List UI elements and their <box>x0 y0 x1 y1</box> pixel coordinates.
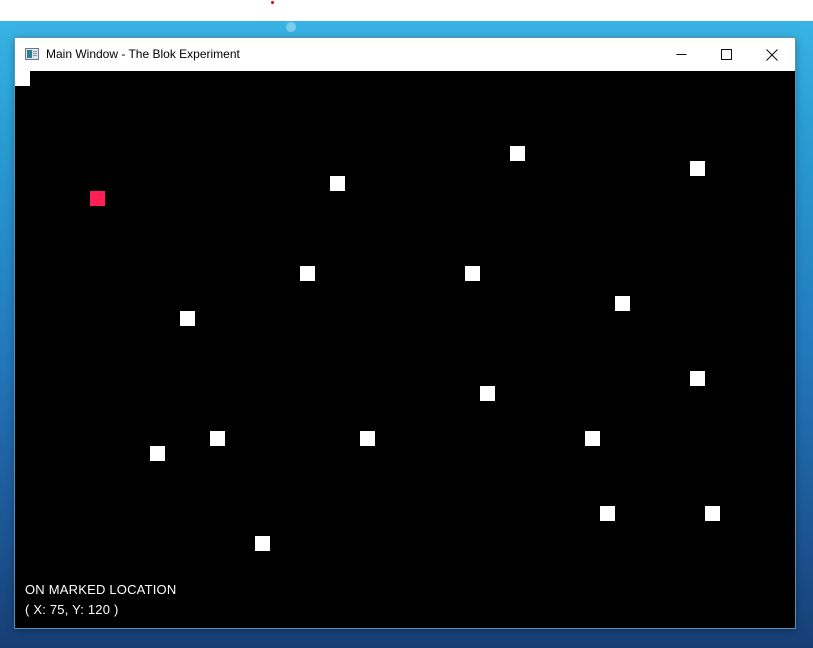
title-bar[interactable]: Main Window - The Blok Experiment <box>15 38 795 71</box>
maximize-button[interactable] <box>703 38 749 71</box>
blok <box>180 311 195 326</box>
close-icon <box>766 48 778 61</box>
app-icon[interactable] <box>25 48 39 60</box>
status-coordinates: ( X: 75, Y: 120 ) <box>25 602 119 617</box>
blok <box>360 431 375 446</box>
blok <box>690 371 705 386</box>
maximize-icon <box>720 49 732 60</box>
close-button[interactable] <box>749 38 795 71</box>
blok <box>510 146 525 161</box>
cursor-indicator <box>286 22 296 32</box>
top-strip <box>0 0 813 21</box>
blok <box>690 161 705 176</box>
blok <box>330 176 345 191</box>
origin-marker <box>15 71 30 86</box>
blok <box>615 296 630 311</box>
blok <box>210 431 225 446</box>
blok <box>585 431 600 446</box>
window-title: Main Window - The Blok Experiment <box>46 47 240 61</box>
blok <box>150 446 165 461</box>
blok <box>300 266 315 281</box>
marked-blok <box>90 191 105 206</box>
blok <box>465 266 480 281</box>
blok <box>255 536 270 551</box>
main-window: Main Window - The Blok Experiment ON MAR… <box>15 38 795 628</box>
game-canvas[interactable]: ON MARKED LOCATION ( X: 75, Y: 120 ) <box>15 71 795 628</box>
minimize-button[interactable] <box>658 38 704 71</box>
minimize-icon <box>676 54 686 55</box>
indicator-dot <box>271 1 274 4</box>
blok <box>480 386 495 401</box>
status-message: ON MARKED LOCATION <box>25 582 177 597</box>
blok <box>705 506 720 521</box>
blok <box>600 506 615 521</box>
